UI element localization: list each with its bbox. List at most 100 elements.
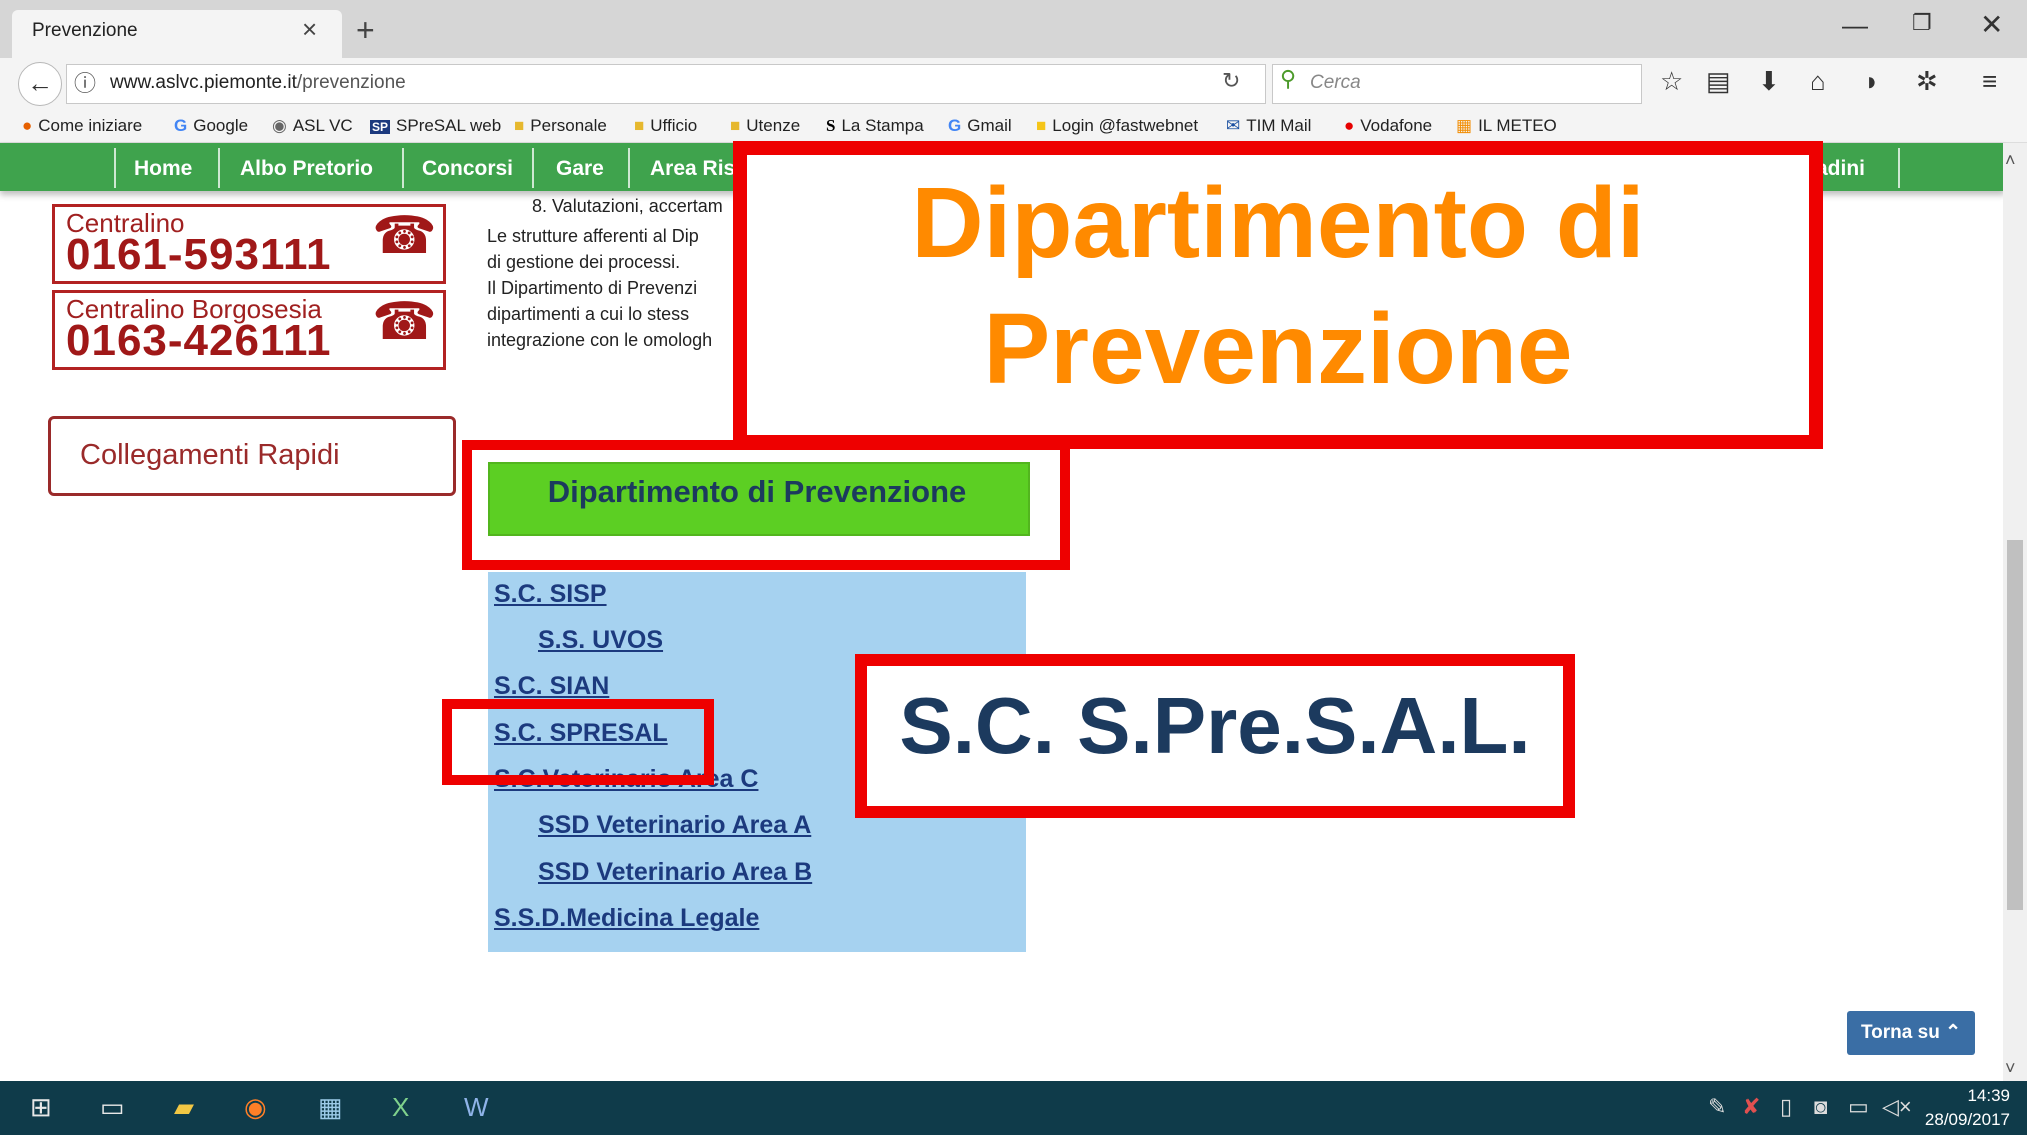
pocket-icon[interactable]: ◗ (1864, 66, 1880, 97)
bookmark-item[interactable]: SP SPreSAL web (370, 116, 501, 136)
network-icon[interactable]: ▭ (1848, 1094, 1869, 1120)
google-icon: G (174, 116, 188, 135)
bookmark-folder[interactable]: ■ Utenze (730, 116, 800, 136)
chevron-up-icon: ⌃ (1945, 1022, 1962, 1043)
minimize-icon[interactable]: — (1842, 10, 1868, 41)
content-text-line: dipartimenti a cui lo stess (487, 304, 690, 324)
restore-icon[interactable]: ❐ (1912, 10, 1932, 36)
calculator-icon[interactable]: ▦ (318, 1092, 343, 1123)
tray-icon[interactable]: ✎ (1708, 1094, 1726, 1120)
word-icon[interactable]: W (464, 1092, 489, 1123)
menu-item-gare[interactable]: Gare (556, 157, 604, 181)
menu-item-concorsi[interactable]: Concorsi (422, 157, 513, 181)
telephone-icon: ☎ (372, 293, 437, 351)
tab-title: Prevenzione (32, 20, 138, 41)
info-icon[interactable]: ⓘ (74, 66, 96, 98)
home-icon[interactable]: ⌂ (1810, 66, 1826, 97)
url-host: www.aslvc.piemonte.it (110, 72, 297, 93)
bookmark-item[interactable]: ✉ TIM Mail (1226, 116, 1311, 136)
file-explorer-icon[interactable]: ▰ (174, 1092, 194, 1123)
link-sc-sian[interactable]: S.C. SIAN (494, 672, 609, 701)
search-icon: ⚲ (1280, 66, 1297, 91)
extension-icon[interactable]: ✲ (1916, 66, 1938, 97)
usb-icon[interactable]: ▯ (1780, 1094, 1792, 1120)
new-tab-icon[interactable]: + (356, 12, 375, 49)
lastampa-icon: S (826, 116, 836, 135)
content-text-line: Le strutture afferenti al Dip (487, 226, 699, 246)
menu-icon[interactable]: ≡ (1982, 66, 1997, 97)
google-icon: G (948, 116, 962, 135)
search-input[interactable]: Cerca (1310, 72, 1361, 94)
bookmark-item[interactable]: ▦ IL METEO (1456, 116, 1557, 136)
mail-icon: ✉ (1226, 116, 1241, 135)
menu-divider (114, 148, 116, 188)
library-icon[interactable]: ▤ (1706, 66, 1731, 97)
phone-number: 0163-426111 (66, 316, 332, 365)
bookmark-folder[interactable]: ■ Ufficio (634, 116, 697, 136)
meteo-icon: ▦ (1456, 116, 1473, 135)
link-ssd-veterinario-area-b[interactable]: SSD Veterinario Area B (538, 858, 812, 887)
folder-icon: ■ (730, 116, 741, 135)
fastweb-icon: ■ (1036, 116, 1047, 135)
link-ssd-medicina-legale[interactable]: S.S.D.Medicina Legale (494, 904, 759, 933)
task-view-icon[interactable]: ▭ (100, 1092, 125, 1123)
bookmark-item[interactable]: ● Come iniziare (22, 116, 142, 136)
volume-mute-icon[interactable]: ◁× (1882, 1094, 1912, 1120)
url-text[interactable]: www.aslvc.piemonte.it/prevenzione (110, 72, 406, 94)
firefox-icon: ● (22, 116, 33, 135)
scroll-down-icon[interactable]: ˅ (2005, 1058, 2016, 1079)
scroll-thumb[interactable] (2007, 540, 2023, 910)
clock-date[interactable]: 28/09/2017 (1916, 1110, 2010, 1130)
menu-item-home[interactable]: Home (134, 157, 192, 181)
folder-icon: ■ (634, 116, 645, 135)
link-ssd-veterinario-area-a[interactable]: SSD Veterinario Area A (538, 811, 811, 840)
menu-item-area-riservata[interactable]: Area Ris (650, 157, 735, 181)
content-text-line: di gestione dei processi. (487, 252, 681, 272)
url-path: /prevenzione (296, 72, 406, 93)
annotation-highlight-department (462, 440, 1070, 570)
menu-divider (628, 148, 630, 188)
content-text-line: Il Dipartimento di Prevenzi (487, 278, 698, 298)
tab-close-icon[interactable]: × (302, 14, 317, 45)
firefox-icon[interactable]: ◉ (244, 1092, 267, 1123)
bookmark-item[interactable]: G Gmail (948, 116, 1012, 136)
folder-icon: ■ (514, 116, 525, 135)
menu-divider (1898, 148, 1900, 188)
link-sc-sisp[interactable]: S.C. SISP (494, 580, 607, 609)
bookmark-star-icon[interactable]: ☆ (1660, 66, 1683, 97)
tray-icon[interactable]: ◙ (1814, 1094, 1827, 1120)
content-text-line: 8. Valutazioni, accertam (532, 196, 723, 216)
globe-icon: ◉ (272, 116, 287, 135)
menu-divider (218, 148, 220, 188)
bookmark-item[interactable]: ◉ ASL VC (272, 116, 353, 136)
menu-divider (402, 148, 404, 188)
tray-icon[interactable]: ✘ (1742, 1094, 1760, 1120)
vodafone-icon: ● (1344, 116, 1355, 135)
windows-start-icon[interactable]: ⊞ (30, 1092, 52, 1123)
telephone-icon: ☎ (372, 207, 437, 265)
annotation-spresal-label: S.C. S.Pre.S.A.L. (899, 681, 1531, 770)
window-close-icon[interactable]: ✕ (1980, 8, 2003, 41)
link-ss-uvos[interactable]: S.S. UVOS (538, 626, 663, 655)
sp-icon: SP (370, 120, 391, 134)
phone-number: 0161-593111 (66, 230, 332, 279)
reload-icon[interactable]: ↻ (1222, 68, 1240, 94)
back-to-top-button[interactable]: Torna su ⌃ (1847, 1011, 1975, 1055)
annotation-title-line1: Dipartimento di (911, 167, 1645, 279)
bookmark-folder[interactable]: ■ Personale (514, 116, 607, 136)
menu-item-albo-pretorio[interactable]: Albo Pretorio (240, 157, 373, 181)
annotation-title-line2: Prevenzione (983, 293, 1573, 405)
bookmark-item[interactable]: G Google (174, 116, 248, 136)
back-button[interactable]: ← (18, 62, 62, 106)
download-icon[interactable]: ⬇ (1758, 66, 1780, 97)
clock-time[interactable]: 14:39 (1916, 1086, 2010, 1106)
bookmark-item[interactable]: ■ Login @fastwebnet (1036, 116, 1198, 136)
menu-divider (532, 148, 534, 188)
bookmark-item[interactable]: ● Vodafone (1344, 116, 1432, 136)
scroll-up-icon[interactable]: ˄ (2005, 150, 2016, 171)
annotation-highlight-spresal (442, 699, 714, 785)
quick-links-label: Collegamenti Rapidi (80, 439, 340, 471)
excel-icon[interactable]: X (392, 1092, 409, 1123)
bookmark-item[interactable]: S La Stampa (826, 116, 924, 136)
content-text-line: integrazione con le omologh (487, 330, 713, 350)
